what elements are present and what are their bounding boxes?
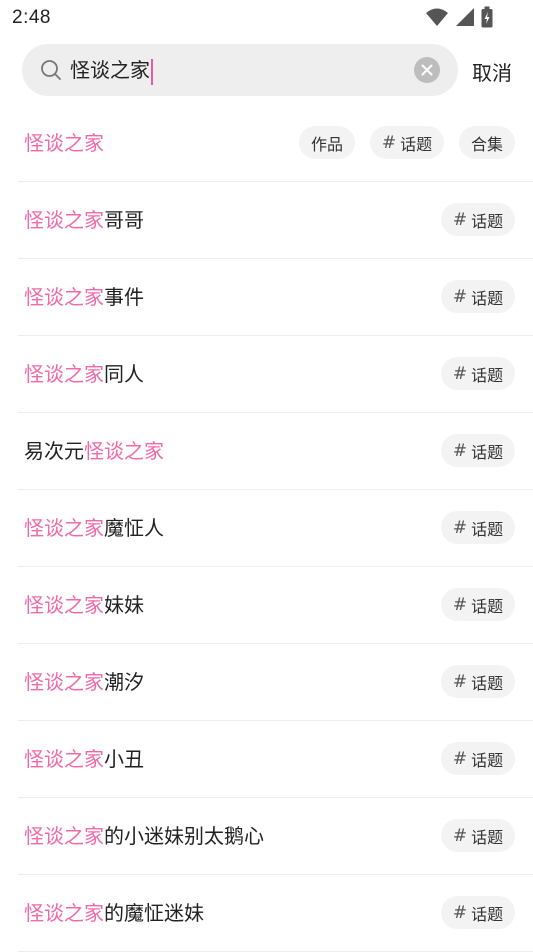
suggestion-list: 怪谈之家 合集 # 话题 作品 怪谈之家哥哥 # 话题 怪谈之家事件 # 话题 怪谈之家同人 # 话题 易次… <box>18 105 533 952</box>
topic-chip[interactable]: # 话题 <box>441 742 515 775</box>
hashtag-icon: # <box>452 825 468 846</box>
suggestion-highlight: 怪谈之家 <box>24 901 104 925</box>
hashtag-icon: # <box>452 209 468 230</box>
status-bar: 2:48 <box>0 0 533 36</box>
chip-label: 话题 <box>471 211 504 231</box>
suggestion-label: 怪谈之家潮汐 <box>24 668 144 696</box>
search-input[interactable]: 怪谈之家 <box>22 44 458 96</box>
topic-chip[interactable]: # 话题 <box>441 203 515 236</box>
suggestion-suffix: 魔怔人 <box>104 516 164 540</box>
status-time: 2:48 <box>12 7 51 28</box>
text-caret <box>151 58 153 85</box>
chip-label: 合集 <box>470 134 503 154</box>
chip-label: 话题 <box>471 365 504 385</box>
hashtag-icon: # <box>381 132 397 153</box>
chip-label: 话题 <box>471 442 504 462</box>
suggestion-highlight: 怪谈之家 <box>24 208 104 232</box>
hashtag-icon: # <box>452 440 468 461</box>
chip-label: 话题 <box>471 673 504 693</box>
hashtag-icon: # <box>452 748 468 769</box>
search-row: 怪谈之家 取消 <box>0 44 533 96</box>
suggestion-row[interactable]: 怪谈之家的魔怔迷妹 # 话题 <box>18 875 533 952</box>
suggestion-row[interactable]: 怪谈之家的小迷妹别太鹅心 # 话题 <box>18 798 533 875</box>
search-query-text: 怪谈之家 <box>70 58 150 82</box>
chip-label: 话题 <box>400 134 433 154</box>
topic-chip[interactable]: # 话题 <box>370 126 444 159</box>
chip-label: 话题 <box>471 519 504 539</box>
suggestion-label: 怪谈之家事件 <box>24 283 144 311</box>
suggestion-row[interactable]: 怪谈之家魔怔人 # 话题 <box>18 490 533 567</box>
suggestion-highlight: 怪谈之家 <box>24 362 104 386</box>
suggestion-highlight: 怪谈之家 <box>24 824 104 848</box>
suggestion-row[interactable]: 怪谈之家妹妹 # 话题 <box>18 567 533 644</box>
suggestion-suffix: 事件 <box>104 285 144 309</box>
hashtag-icon: # <box>452 286 468 307</box>
suggestion-highlight: 怪谈之家 <box>24 285 104 309</box>
suggestion-suffix: 小丑 <box>104 747 144 771</box>
hashtag-icon: # <box>452 671 468 692</box>
suggestion-row[interactable]: 怪谈之家同人 # 话题 <box>18 336 533 413</box>
topic-chip[interactable]: # 话题 <box>441 896 515 929</box>
suggestion-row[interactable]: 怪谈之家哥哥 # 话题 <box>18 182 533 259</box>
suggestion-label: 怪谈之家小丑 <box>24 745 144 773</box>
topic-chip[interactable]: # 话题 <box>441 357 515 390</box>
suggestion-row[interactable]: 怪谈之家 合集 # 话题 作品 <box>18 105 533 182</box>
suggestion-label: 易次元怪谈之家 <box>24 437 164 465</box>
suggestion-label: 怪谈之家哥哥 <box>24 206 144 234</box>
suggestion-suffix: 哥哥 <box>104 208 144 232</box>
chip-label: 话题 <box>471 904 504 924</box>
hashtag-icon: # <box>452 517 468 538</box>
suggestion-label: 怪谈之家魔怔人 <box>24 514 164 542</box>
suggestion-highlight: 怪谈之家 <box>24 593 104 617</box>
hashtag-icon: # <box>452 363 468 384</box>
chip-label: 话题 <box>471 827 504 847</box>
topic-chip[interactable]: # 话题 <box>441 434 515 467</box>
battery-charging-icon <box>481 6 493 28</box>
topic-chip[interactable]: # 话题 <box>441 511 515 544</box>
suggestion-row[interactable]: 怪谈之家事件 # 话题 <box>18 259 533 336</box>
wifi-icon <box>426 8 448 26</box>
chip-label: 话题 <box>471 750 504 770</box>
search-query-field[interactable]: 怪谈之家 <box>70 56 153 85</box>
suggestion-suffix: 妹妹 <box>104 593 144 617</box>
suggestion-row[interactable]: 怪谈之家潮汐 # 话题 <box>18 644 533 721</box>
clear-icon[interactable] <box>414 57 440 83</box>
suggestion-prefix: 易次元 <box>24 439 84 463</box>
hashtag-icon: # <box>452 594 468 615</box>
topic-chip[interactable]: # 话题 <box>441 819 515 852</box>
chip-label: 话题 <box>471 288 504 308</box>
suggestion-label: 怪谈之家的小迷妹别太鹅心 <box>24 822 264 850</box>
chip-label: 话题 <box>471 596 504 616</box>
hashtag-icon: # <box>452 902 468 923</box>
suggestion-highlight: 怪谈之家 <box>24 670 104 694</box>
status-icons <box>425 6 493 28</box>
topic-chip[interactable]: # 话题 <box>441 588 515 621</box>
suggestion-suffix: 潮汐 <box>104 670 144 694</box>
topic-chip[interactable]: # 话题 <box>441 665 515 698</box>
search-icon <box>41 60 61 80</box>
suggestion-label: 怪谈之家的魔怔迷妹 <box>24 899 204 927</box>
suggestion-suffix: 的小迷妹别太鹅心 <box>104 824 264 848</box>
suggestion-row[interactable]: 怪谈之家小丑 # 话题 <box>18 721 533 798</box>
suggestion-suffix: 同人 <box>104 362 144 386</box>
suggestion-label: 怪谈之家同人 <box>24 360 144 388</box>
topic-chip[interactable]: # 话题 <box>441 280 515 313</box>
suggestion-label: 怪谈之家 <box>24 129 104 157</box>
suggestion-highlight: 怪谈之家 <box>24 131 104 155</box>
suggestion-label: 怪谈之家妹妹 <box>24 591 144 619</box>
cancel-button[interactable]: 取消 <box>472 57 512 86</box>
suggestion-suffix: 的魔怔迷妹 <box>104 901 204 925</box>
collection-chip[interactable]: 合集 <box>459 126 515 159</box>
suggestion-highlight: 怪谈之家 <box>84 439 164 463</box>
suggestion-highlight: 怪谈之家 <box>24 516 104 540</box>
signal-icon <box>456 8 474 26</box>
works-chip[interactable]: 作品 <box>299 126 355 159</box>
suggestion-highlight: 怪谈之家 <box>24 747 104 771</box>
suggestion-row[interactable]: 易次元怪谈之家 # 话题 <box>18 413 533 490</box>
chip-label: 作品 <box>310 134 343 154</box>
